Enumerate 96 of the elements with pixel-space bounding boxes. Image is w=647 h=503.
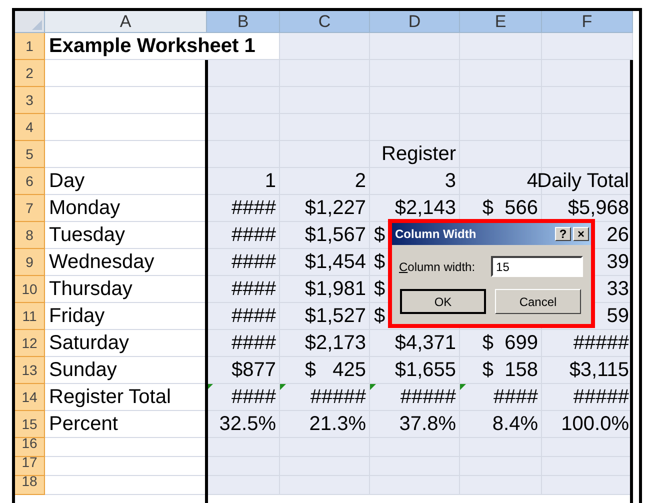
table-cell[interactable]: 37.8% <box>370 411 460 438</box>
table-cell[interactable]: $3,115 <box>542 357 633 384</box>
row-header[interactable]: 11 <box>15 303 45 330</box>
row-header[interactable]: 13 <box>15 357 45 384</box>
cell-text: ##### <box>310 385 366 410</box>
cell-text: #### <box>232 385 276 410</box>
row-header[interactable]: 18 <box>15 476 45 495</box>
table-cell[interactable] <box>280 33 370 60</box>
table-cell[interactable]: $1,227 <box>280 195 370 222</box>
table-cell[interactable]: #### <box>207 384 280 411</box>
table-cell[interactable]: #### <box>207 195 280 222</box>
column-header[interactable]: C <box>280 11 370 33</box>
table-cell[interactable]: $1,655 <box>370 357 460 384</box>
row-header[interactable]: 12 <box>15 330 45 357</box>
table-cell[interactable] <box>542 33 633 60</box>
table-cell[interactable] <box>207 60 280 87</box>
table-cell[interactable] <box>370 33 460 60</box>
table-cell[interactable]: #### <box>207 276 280 303</box>
table-cell[interactable] <box>207 114 280 141</box>
table-cell[interactable]: Example Worksheet 1 <box>45 33 280 60</box>
row-header[interactable]: 1 <box>15 33 45 60</box>
cell-text: #### <box>494 385 538 410</box>
table-cell[interactable] <box>280 476 370 495</box>
table-cell[interactable] <box>542 141 633 168</box>
row-header[interactable]: 9 <box>15 249 45 276</box>
table-cell[interactable]: $4,371 <box>370 330 460 357</box>
table-cell[interactable] <box>460 33 542 60</box>
table-cell[interactable] <box>460 476 542 495</box>
table-cell[interactable]: $2,173 <box>280 330 370 357</box>
table-cell[interactable] <box>370 476 460 495</box>
table-cell[interactable] <box>542 60 633 87</box>
table-cell[interactable]: $1,567 <box>280 222 370 249</box>
table-cell[interactable]: #### <box>207 330 280 357</box>
table-cell[interactable]: #### <box>460 384 542 411</box>
table-cell[interactable]: 2 <box>280 168 370 195</box>
column-header[interactable]: D <box>370 11 460 33</box>
row-header[interactable]: 15 <box>15 411 45 438</box>
cell-text: ##### <box>400 385 456 410</box>
table-cell[interactable]: 32.5% <box>207 411 280 438</box>
row-header[interactable]: 10 <box>15 276 45 303</box>
table-cell[interactable] <box>207 87 280 114</box>
table-cell[interactable]: #### <box>207 303 280 330</box>
table-cell[interactable] <box>207 438 280 457</box>
table-cell[interactable]: $ 425 <box>280 357 370 384</box>
row-header[interactable]: 17 <box>15 457 45 476</box>
table-cell[interactable] <box>207 476 280 495</box>
triangle-icon <box>32 20 42 30</box>
row-header[interactable]: 6 <box>15 168 45 195</box>
column-header[interactable]: B <box>207 11 280 33</box>
close-button[interactable]: × <box>573 227 589 241</box>
table-cell[interactable]: ##### <box>370 384 460 411</box>
table-cell[interactable] <box>542 438 633 457</box>
table-cell[interactable] <box>207 141 280 168</box>
ok-button[interactable]: OK <box>400 289 486 314</box>
dialog-title: Column Width <box>395 226 476 243</box>
table-cell[interactable]: $ 158 <box>460 357 542 384</box>
column-width-input[interactable]: 15 <box>491 256 584 277</box>
table-cell[interactable]: ##### <box>280 384 370 411</box>
column-header[interactable]: A <box>45 11 207 33</box>
table-cell[interactable] <box>542 87 633 114</box>
table-cell[interactable]: $2,143 <box>370 195 460 222</box>
table-cell[interactable]: Register <box>370 141 460 168</box>
table-cell[interactable]: 8.4% <box>460 411 542 438</box>
table-cell[interactable] <box>280 60 370 87</box>
select-all-corner[interactable] <box>15 11 45 33</box>
table-cell[interactable]: $877 <box>207 357 280 384</box>
field-label: Column width: <box>399 258 476 276</box>
help-button[interactable]: ? <box>555 227 571 241</box>
table-cell[interactable]: $1,981 <box>280 276 370 303</box>
table-cell[interactable]: $1,527 <box>280 303 370 330</box>
row-header[interactable]: 14 <box>15 384 45 411</box>
table-cell[interactable] <box>207 457 280 476</box>
row-header[interactable]: 16 <box>15 438 45 457</box>
cancel-button[interactable]: Cancel <box>495 289 581 314</box>
table-cell[interactable]: 100.0% <box>542 411 633 438</box>
column-header[interactable]: E <box>460 11 542 33</box>
table-cell[interactable] <box>542 457 633 476</box>
table-cell[interactable] <box>542 114 633 141</box>
table-cell[interactable]: #### <box>207 222 280 249</box>
row-header[interactable]: 2 <box>15 60 45 87</box>
row-header[interactable]: 3 <box>15 87 45 114</box>
table-cell[interactable] <box>542 476 633 495</box>
row-header[interactable]: 7 <box>15 195 45 222</box>
table-cell[interactable]: #### <box>207 249 280 276</box>
table-cell[interactable]: 1 <box>207 168 280 195</box>
column-header[interactable]: F <box>542 11 633 33</box>
row-header[interactable]: 4 <box>15 114 45 141</box>
table-cell[interactable]: $1,454 <box>280 249 370 276</box>
table-cell[interactable]: 21.3% <box>280 411 370 438</box>
table-cell[interactable]: ##### <box>542 384 633 411</box>
row-header[interactable]: 8 <box>15 222 45 249</box>
row-header[interactable]: 5 <box>15 141 45 168</box>
table-cell[interactable]: $ 699 <box>460 330 542 357</box>
table-cell[interactable]: $5,968 <box>542 195 633 222</box>
table-cell[interactable]: ##### <box>542 330 633 357</box>
table-cell[interactable]: 3 <box>370 168 460 195</box>
